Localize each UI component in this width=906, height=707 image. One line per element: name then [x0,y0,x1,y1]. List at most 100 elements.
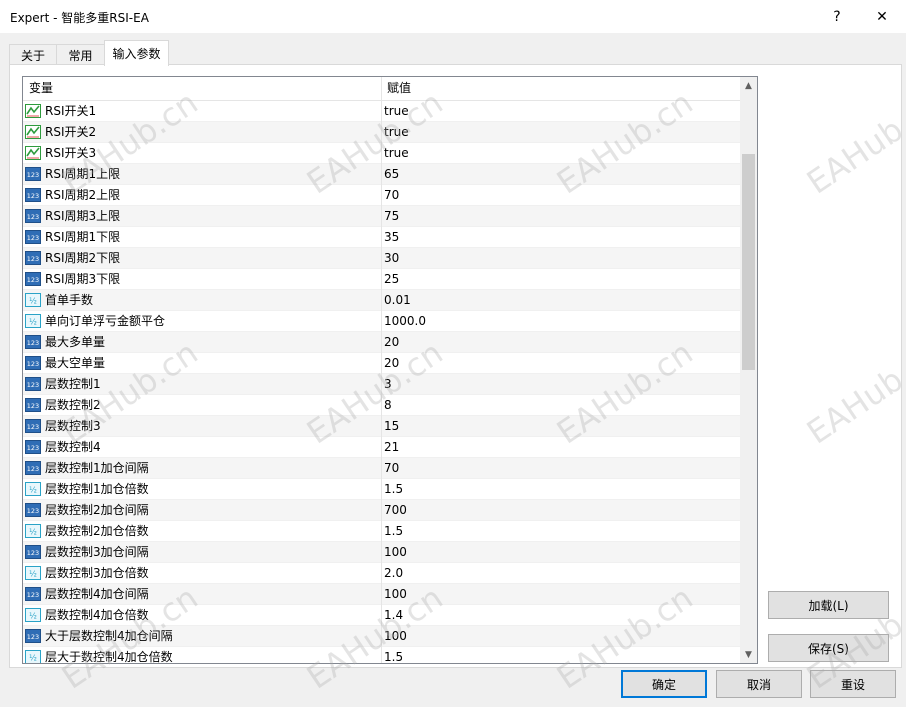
parameter-name: RSI周期3上限 [45,209,121,223]
integer-icon: 123 [25,398,41,412]
table-row[interactable]: RSI开关1 true [23,101,741,122]
scroll-down-icon[interactable]: ▼ [740,646,757,663]
parameter-value[interactable]: true [384,143,409,164]
table-row[interactable]: 123 层数控制1 3 [23,374,741,395]
parameter-value[interactable]: 1.5 [384,647,403,663]
parameter-name: 单向订单浮亏金额平仓 [45,314,166,328]
parameter-value[interactable]: 75 [384,206,399,227]
svg-text:½: ½ [29,528,37,537]
tab-inputs[interactable]: 输入参数 [104,40,169,66]
parameter-value[interactable]: 70 [384,185,399,206]
table-row[interactable]: 123 最大多单量 20 [23,332,741,353]
parameter-value[interactable]: 100 [384,542,407,563]
parameter-value[interactable]: true [384,101,409,122]
parameter-name: RSI开关1 [45,104,97,118]
scroll-up-icon[interactable]: ▲ [740,77,757,94]
integer-icon: 123 [25,209,41,223]
column-divider [381,374,382,395]
table-row[interactable]: 123 大于层数控制4加仓间隔 100 [23,626,741,647]
svg-text:123: 123 [27,423,39,431]
table-row[interactable]: 123 层数控制1加仓间隔 70 [23,458,741,479]
parameter-name: 层数控制4加仓间隔 [45,587,149,601]
integer-icon: 123 [25,587,41,601]
table-row[interactable]: 123 层数控制4加仓间隔 100 [23,584,741,605]
table-row[interactable]: 123 RSI周期2下限 30 [23,248,741,269]
parameter-name: 层数控制3 [45,419,101,433]
parameter-value[interactable]: 1000.0 [384,311,426,332]
column-header-variable[interactable]: 变量 [23,77,382,101]
parameter-value[interactable]: 30 [384,248,399,269]
parameter-value[interactable]: 1.5 [384,521,403,542]
parameter-value[interactable]: 20 [384,332,399,353]
tab-common[interactable]: 常用 [56,44,105,65]
table-row[interactable]: 123 RSI周期2上限 70 [23,185,741,206]
table-row[interactable]: RSI开关2 true [23,122,741,143]
double-icon: ½ [25,650,41,663]
parameter-value[interactable]: 3 [384,374,392,395]
parameter-value[interactable]: 15 [384,416,399,437]
table-row[interactable]: RSI开关3 true [23,143,741,164]
parameter-value[interactable]: 70 [384,458,399,479]
integer-icon: 123 [25,251,41,265]
parameter-value[interactable]: 20 [384,353,399,374]
table-row[interactable]: ½ 单向订单浮亏金额平仓 1000.0 [23,311,741,332]
table-row[interactable]: ½ 层数控制2加仓倍数 1.5 [23,521,741,542]
table-row[interactable]: ½ 首单手数 0.01 [23,290,741,311]
bool-icon [25,146,41,160]
cancel-button[interactable]: 取消 [716,670,802,698]
svg-text:123: 123 [27,507,39,515]
integer-icon: 123 [25,440,41,454]
parameter-value[interactable]: 2.0 [384,563,403,584]
parameter-name: 层数控制1加仓间隔 [45,461,149,475]
table-row[interactable]: 123 RSI周期3上限 75 [23,206,741,227]
svg-text:123: 123 [27,234,39,242]
svg-text:123: 123 [27,213,39,221]
double-icon: ½ [25,566,41,580]
parameter-value[interactable]: 65 [384,164,399,185]
table-row[interactable]: 123 层数控制2 8 [23,395,741,416]
table-row[interactable]: 123 最大空单量 20 [23,353,741,374]
save-button[interactable]: 保存(S) [768,634,889,662]
scrollbar-thumb[interactable] [742,154,755,370]
parameter-value[interactable]: 8 [384,395,392,416]
column-header-value[interactable]: 赋值 [382,77,741,101]
integer-icon: 123 [25,167,41,181]
parameter-value[interactable]: true [384,122,409,143]
parameter-value[interactable]: 25 [384,269,399,290]
help-button[interactable]: ? [817,4,857,30]
column-divider [381,395,382,416]
parameter-value[interactable]: 100 [384,584,407,605]
table-row[interactable]: 123 层数控制4 21 [23,437,741,458]
column-divider [381,563,382,584]
parameter-value[interactable]: 100 [384,626,407,647]
parameter-value[interactable]: 35 [384,227,399,248]
integer-icon: 123 [25,335,41,349]
table-row[interactable]: 123 RSI周期1上限 65 [23,164,741,185]
table-row[interactable]: 123 层数控制2加仓间隔 700 [23,500,741,521]
close-button[interactable]: ✕ [862,4,902,30]
svg-text:123: 123 [27,444,39,452]
reset-button[interactable]: 重设 [810,670,896,698]
table-row[interactable]: ½ 层数控制4加仓倍数 1.4 [23,605,741,626]
column-divider [381,185,382,206]
parameter-value[interactable]: 1.4 [384,605,403,626]
parameter-value[interactable]: 0.01 [384,290,411,311]
column-divider [381,269,382,290]
table-row[interactable]: ½ 层数控制1加仓倍数 1.5 [23,479,741,500]
table-row[interactable]: ½ 层大于数控制4加仓倍数 1.5 [23,647,741,663]
parameter-value[interactable]: 1.5 [384,479,403,500]
table-row[interactable]: 123 层数控制3 15 [23,416,741,437]
tab-about[interactable]: 关于 [9,44,57,65]
table-row[interactable]: 123 RSI周期3下限 25 [23,269,741,290]
ok-button[interactable]: 确定 [621,670,707,698]
table-row[interactable]: ½ 层数控制3加仓倍数 2.0 [23,563,741,584]
column-divider [381,332,382,353]
parameters-grid[interactable]: 变量 赋值 RSI开关1 true RSI开关2 true RSI开关3 true 123 R… [22,76,758,664]
parameter-value[interactable]: 21 [384,437,399,458]
table-row[interactable]: 123 层数控制3加仓间隔 100 [23,542,741,563]
load-button[interactable]: 加载(L) [768,591,889,619]
vertical-scrollbar[interactable]: ▲ ▼ [740,77,757,663]
column-divider [381,521,382,542]
parameter-value[interactable]: 700 [384,500,407,521]
table-row[interactable]: 123 RSI周期1下限 35 [23,227,741,248]
